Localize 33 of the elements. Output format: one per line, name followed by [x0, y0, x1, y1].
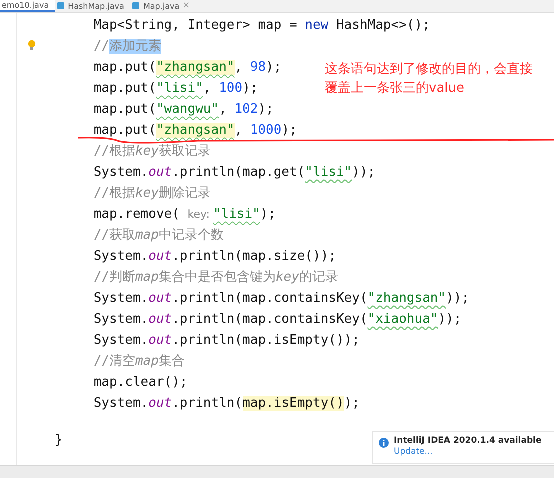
- lightbulb-icon[interactable]: [28, 40, 36, 51]
- code-line: System.out.println(map.containsKey("zhangsan"));: [94, 291, 470, 306]
- code-line: map.put("zhangsan", 1000);: [94, 123, 298, 138]
- tab-label: emo10.java: [2, 0, 50, 10]
- code-line: map.clear();: [94, 375, 188, 390]
- tab-label: HashMap.java: [68, 2, 124, 10]
- code-line: System.out.println(map.isEmpty());: [94, 396, 360, 411]
- update-link[interactable]: Update...: [394, 447, 542, 458]
- code-line: //根据key获取记录: [94, 144, 211, 159]
- code-line: map.put("lisi", 100);: [94, 81, 258, 96]
- code-line: System.out.println(map.get("lisi"));: [94, 165, 376, 180]
- code-line: map.put("zhangsan", 98);: [94, 60, 282, 75]
- tab-label: Map.java: [143, 2, 180, 10]
- code-line: //根据key删除记录: [94, 186, 211, 201]
- code-line: map.remove( key: "lisi");: [94, 207, 276, 222]
- file-tab[interactable]: emo10.java: [0, 0, 56, 12]
- code-line: System.out.println(map.containsKey("xiaohua"));: [94, 312, 462, 327]
- code-line: Map<String, Integer> map = new HashMap<>();: [94, 18, 430, 33]
- code-line: //获取map中记录个数: [94, 228, 224, 243]
- code-line: //判断map集合中是否包含键为key的记录: [94, 270, 338, 285]
- code-line: //添加元素: [94, 39, 162, 54]
- code-line: map.put("wangwu", 102);: [94, 102, 274, 117]
- code-line: System.out.println(map.isEmpty());: [94, 333, 360, 348]
- file-tab[interactable]: HashMap.java: [55, 0, 130, 12]
- file-icon: [57, 2, 66, 10]
- file-icon: [132, 2, 140, 10]
- file-tab[interactable]: Map.java ×: [130, 0, 196, 12]
- code-line: System.out.println(map.size());: [94, 249, 336, 264]
- code-line: //清空map集合: [94, 354, 185, 369]
- annotation-text: 这条语句达到了修改的目的，会直接覆盖上一条张三的value: [325, 61, 534, 98]
- info-icon: [379, 438, 389, 448]
- closing-brace: }: [55, 433, 63, 448]
- notification-title: IntelliJ IDEA 2020.1.4 available: [394, 436, 542, 447]
